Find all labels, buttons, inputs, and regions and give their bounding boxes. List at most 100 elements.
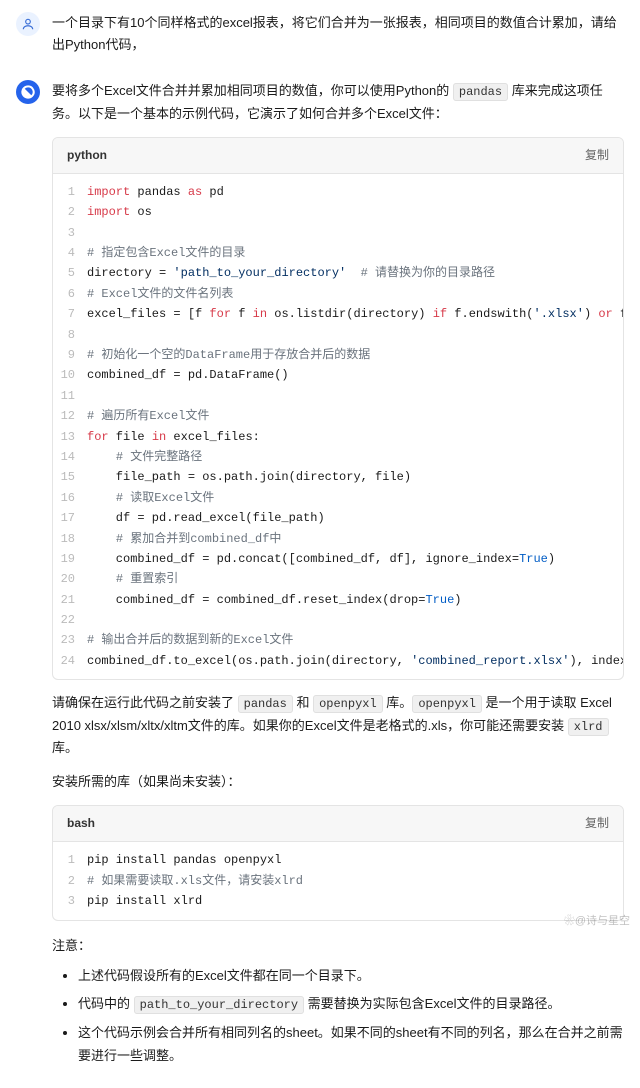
code-line: 12# 遍历所有Excel文件 xyxy=(53,406,623,426)
line-number: 1 xyxy=(53,182,87,202)
line-number: 9 xyxy=(53,345,87,365)
copy-button[interactable]: 复制 xyxy=(585,146,609,165)
inline-code-pandas: pandas xyxy=(453,83,508,101)
line-number: 12 xyxy=(53,406,87,426)
line-content: for file in excel_files: xyxy=(87,427,623,447)
line-content: # 指定包含Excel文件的目录 xyxy=(87,243,623,263)
code-header: python 复制 xyxy=(53,138,623,174)
line-content: # 如果需要读取.xls文件，请安装xlrd xyxy=(87,871,623,891)
line-content: combined_df = combined_df.reset_index(dr… xyxy=(87,590,623,610)
line-number: 7 xyxy=(53,304,87,324)
inline-code: xlrd xyxy=(568,718,609,736)
line-number: 6 xyxy=(53,284,87,304)
line-content: # 输出合并后的数据到新的Excel文件 xyxy=(87,630,623,650)
line-content: import os xyxy=(87,202,623,222)
line-number: 18 xyxy=(53,529,87,549)
line-content: directory = 'path_to_your_directory' # 请… xyxy=(87,263,623,283)
line-number: 8 xyxy=(53,325,87,345)
bot-mid1: 请确保在运行此代码之前安装了 pandas 和 openpyxl 库。openp… xyxy=(52,692,624,759)
line-content: excel_files = [f for f in os.listdir(dir… xyxy=(87,304,623,324)
code-body[interactable]: 1pip install pandas openpyxl2# 如果需要读取.xl… xyxy=(53,842,623,919)
user-avatar xyxy=(16,12,40,36)
line-number: 19 xyxy=(53,549,87,569)
line-content xyxy=(87,610,623,630)
user-text: 一个目录下有10个同样格式的excel报表，将它们合并为一张报表，相同项目的数值… xyxy=(52,12,624,56)
copy-button[interactable]: 复制 xyxy=(585,814,609,833)
code-line: 6# Excel文件的文件名列表 xyxy=(53,284,623,304)
code-line: 19 combined_df = pd.concat([combined_df,… xyxy=(53,549,623,569)
line-content: combined_df = pd.concat([combined_df, df… xyxy=(87,549,623,569)
line-number: 23 xyxy=(53,630,87,650)
code-block-python: python 复制 1import pandas as pd2import os… xyxy=(52,137,624,681)
bot-message: 要将多个Excel文件合并并累加相同项目的数值，你可以使用Python的 pan… xyxy=(0,68,640,1088)
notes-list: 上述代码假设所有的Excel文件都在同一个目录下。代码中的 path_to_yo… xyxy=(52,965,624,1068)
line-content: file_path = os.path.join(directory, file… xyxy=(87,467,623,487)
code-line: 3pip install xlrd xyxy=(53,891,623,911)
code-lang-label: bash xyxy=(67,814,95,833)
code-body[interactable]: 1import pandas as pd2import os34# 指定包含Ex… xyxy=(53,174,623,679)
code-line: 13for file in excel_files: xyxy=(53,427,623,447)
line-content: combined_df.to_excel(os.path.join(direct… xyxy=(87,651,623,671)
inline-code: openpyxl xyxy=(412,695,482,713)
line-content: # 初始化一个空的DataFrame用于存放合并后的数据 xyxy=(87,345,623,365)
code-line: 3 xyxy=(53,223,623,243)
line-number: 14 xyxy=(53,447,87,467)
bot-intro: 要将多个Excel文件合并并累加相同项目的数值，你可以使用Python的 pan… xyxy=(52,80,624,124)
line-number: 17 xyxy=(53,508,87,528)
bot-avatar xyxy=(16,80,40,104)
line-number: 3 xyxy=(53,223,87,243)
line-number: 15 xyxy=(53,467,87,487)
line-content: # Excel文件的文件名列表 xyxy=(87,284,623,304)
code-line: 11 xyxy=(53,386,623,406)
line-content xyxy=(87,223,623,243)
line-number: 21 xyxy=(53,590,87,610)
code-line: 23# 输出合并后的数据到新的Excel文件 xyxy=(53,630,623,650)
line-content: combined_df = pd.DataFrame() xyxy=(87,365,623,385)
line-number: 4 xyxy=(53,243,87,263)
line-content xyxy=(87,386,623,406)
user-content: 一个目录下有10个同样格式的excel报表，将它们合并为一张报表，相同项目的数值… xyxy=(52,12,624,56)
line-content: import pandas as pd xyxy=(87,182,623,202)
code-lang-label: python xyxy=(67,146,107,165)
code-line: 2# 如果需要读取.xls文件，请安装xlrd xyxy=(53,871,623,891)
code-line: 7excel_files = [f for f in os.listdir(di… xyxy=(53,304,623,324)
line-number: 22 xyxy=(53,610,87,630)
line-number: 24 xyxy=(53,651,87,671)
line-content: # 读取Excel文件 xyxy=(87,488,623,508)
code-line: 21 combined_df = combined_df.reset_index… xyxy=(53,590,623,610)
code-line: 1import pandas as pd xyxy=(53,182,623,202)
code-line: 22 xyxy=(53,610,623,630)
line-content: pip install xlrd xyxy=(87,891,623,911)
line-number: 2 xyxy=(53,871,87,891)
line-number: 2 xyxy=(53,202,87,222)
line-content: df = pd.read_excel(file_path) xyxy=(87,508,623,528)
code-line: 18 # 累加合并到combined_df中 xyxy=(53,529,623,549)
line-number: 5 xyxy=(53,263,87,283)
line-content xyxy=(87,325,623,345)
code-line: 2import os xyxy=(53,202,623,222)
code-line: 9# 初始化一个空的DataFrame用于存放合并后的数据 xyxy=(53,345,623,365)
bot-mid2: 安装所需的库（如果尚未安装）： xyxy=(52,771,624,793)
code-line: 24combined_df.to_excel(os.path.join(dire… xyxy=(53,651,623,671)
code-line: 1pip install pandas openpyxl xyxy=(53,850,623,870)
inline-code: pandas xyxy=(238,695,293,713)
code-line: 4# 指定包含Excel文件的目录 xyxy=(53,243,623,263)
code-line: 20 # 重置索引 xyxy=(53,569,623,589)
line-number: 16 xyxy=(53,488,87,508)
list-item: 上述代码假设所有的Excel文件都在同一个目录下。 xyxy=(78,965,624,988)
user-message: 一个目录下有10个同样格式的excel报表，将它们合并为一张报表，相同项目的数值… xyxy=(0,0,640,68)
watermark: ❀@诗与星空 xyxy=(564,913,630,931)
code-line: 8 xyxy=(53,325,623,345)
line-content: # 累加合并到combined_df中 xyxy=(87,529,623,549)
line-number: 13 xyxy=(53,427,87,447)
list-item: 代码中的 path_to_your_directory 需要替换为实际包含Exc… xyxy=(78,993,624,1016)
code-line: 5directory = 'path_to_your_directory' # … xyxy=(53,263,623,283)
code-line: 16 # 读取Excel文件 xyxy=(53,488,623,508)
line-content: # 文件完整路径 xyxy=(87,447,623,467)
line-number: 3 xyxy=(53,891,87,911)
code-block-bash: bash 复制 1pip install pandas openpyxl2# 如… xyxy=(52,805,624,920)
line-content: # 遍历所有Excel文件 xyxy=(87,406,623,426)
line-content: # 重置索引 xyxy=(87,569,623,589)
list-item: 这个代码示例会合并所有相同列名的sheet。如果不同的sheet有不同的列名，那… xyxy=(78,1022,624,1068)
line-number: 1 xyxy=(53,850,87,870)
